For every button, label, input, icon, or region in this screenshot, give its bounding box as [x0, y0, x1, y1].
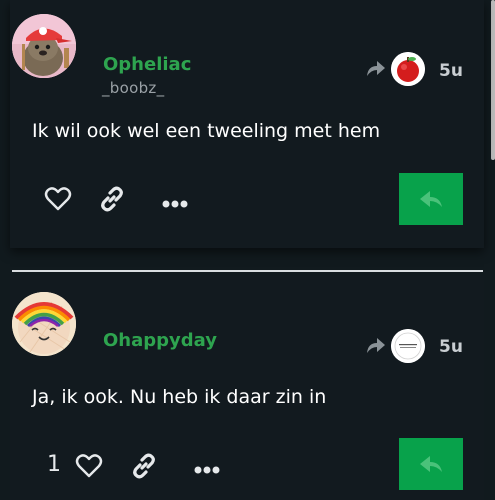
username[interactable]: Ohappyday: [103, 330, 217, 351]
reply-to-avatar[interactable]: [391, 52, 425, 86]
more-button[interactable]: [162, 194, 188, 213]
reply-arrow-icon: [420, 456, 442, 472]
post-body: Ja, ik ook. Nu heb ik daar zin in: [32, 386, 327, 408]
post-card: Opheliac _boobz_ 5u Ik wil ook wel een t…: [10, 0, 484, 248]
copy-link-button[interactable]: [98, 185, 126, 217]
reply-to-avatar[interactable]: [391, 329, 425, 363]
reply-button[interactable]: [399, 438, 463, 490]
post-divider: [12, 270, 483, 272]
post-card: Ohappyday 5u Ja, ik ook. Nu heb ik daar …: [10, 276, 484, 500]
reply-arrow-icon: [420, 191, 442, 207]
post-time: 5u: [439, 337, 463, 357]
avatar[interactable]: [12, 292, 76, 356]
post-time: 5u: [439, 61, 463, 81]
like-button[interactable]: [75, 453, 103, 483]
more-dots-icon: [194, 466, 220, 474]
heart-icon: [44, 187, 72, 211]
reply-to-arrow-icon: [367, 338, 385, 353]
post-body: Ik wil ook wel een tweeling met hem: [32, 120, 381, 142]
scrollbar-edge: [491, 0, 495, 160]
like-count: 1: [47, 452, 61, 477]
more-dots-icon: [162, 200, 188, 208]
copy-link-button[interactable]: [130, 452, 158, 484]
more-button[interactable]: [194, 460, 220, 479]
reply-to-arrow-icon: [367, 61, 385, 76]
heart-icon: [75, 454, 103, 478]
avatar[interactable]: [12, 14, 76, 78]
username[interactable]: Opheliac: [103, 54, 191, 75]
like-button[interactable]: [44, 186, 72, 216]
user-handle: _boobz_: [102, 79, 165, 97]
link-icon: [133, 453, 155, 479]
reply-button[interactable]: [399, 173, 463, 225]
link-icon: [101, 186, 123, 212]
